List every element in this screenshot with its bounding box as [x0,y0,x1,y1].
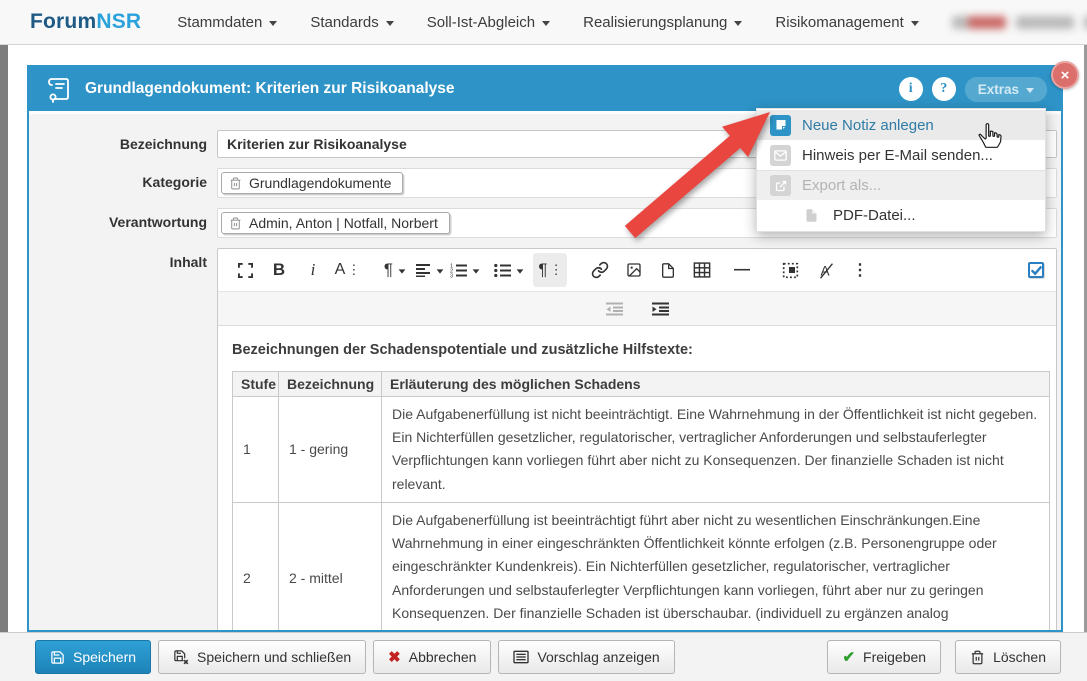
pdf-file-icon [801,205,822,226]
chevron-down-icon [517,269,524,273]
cell-bezeichnung: 2 - mittel [279,502,382,632]
user-menu[interactable]: (ADMINISTRATOR) [952,15,1087,29]
close-button[interactable]: × [1051,61,1079,89]
list-icon [513,650,529,664]
extras-button[interactable]: Extras [965,77,1047,102]
abbrechen-button[interactable]: ✖ Abbrechen [373,640,491,674]
align-icon[interactable] [412,253,447,287]
paragraph-format-icon[interactable]: ¶ [378,253,412,287]
chevron-down-icon [473,269,480,273]
menu-item-hinweis-email[interactable]: Hinweis per E-Mail senden... [757,140,1045,170]
font-size-icon[interactable]: A⋮ [330,253,364,287]
paragraph-style-icon[interactable]: ¶⋮ [533,253,567,287]
more-options-icon[interactable]: ⋮ [843,253,877,287]
bezeichnung-label: Bezeichnung [29,130,207,152]
info-button[interactable]: i [899,77,923,101]
envelope-icon [770,145,791,166]
chevron-down-icon [269,21,277,26]
editor-content[interactable]: Bezeichnungen der Schadenspotentiale und… [218,326,1056,632]
cancel-x-icon: ✖ [388,648,401,666]
file-icon[interactable] [651,253,685,287]
save-icon [50,650,65,665]
nav-item-standards[interactable]: Standards [310,14,393,31]
nav-item-risikomanagement[interactable]: Risikomanagement [775,14,918,31]
outdent-icon[interactable] [597,295,631,323]
fullscreen-icon[interactable] [228,253,262,287]
logo-part-forum: Forum [30,10,96,33]
rich-text-editor: B i A⋮ ¶ 123 [217,248,1057,632]
unordered-list-icon[interactable] [491,253,527,287]
chevron-down-icon [542,21,550,26]
nav-item-stammdaten[interactable]: Stammdaten [177,14,277,31]
help-button[interactable]: ? [932,77,956,101]
clear-formatting-icon[interactable]: A [809,253,843,287]
nav-item-soll-ist-abgleich[interactable]: Soll-Ist-Abgleich [427,14,550,31]
trash-icon[interactable] [229,177,242,190]
svg-text:3: 3 [450,273,453,277]
editor-toolbar-row2 [218,291,1056,326]
logo-part-nsr: NSR [96,10,141,33]
cell-stufe: 1 [233,397,279,503]
col-header-bezeichnung: Bezeichnung [279,372,382,397]
cell-erlaeuterung: Die Aufgabenerfüllung ist nicht beeinträ… [382,397,1050,503]
chevron-down-icon [911,21,919,26]
export-icon [770,175,791,196]
italic-icon[interactable]: i [296,253,330,287]
cell-stufe: 2 [233,502,279,632]
check-icon: ✔ [842,648,855,666]
table-row: 2 2 - mittel Die Aufgabenerfüllung ist b… [233,502,1050,632]
chevron-down-icon [1026,88,1034,93]
menu-item-neue-notiz[interactable]: Neue Notiz anlegen [757,110,1045,140]
trash-icon[interactable] [229,217,242,230]
note-icon [770,115,791,136]
vorschlag-anzeigen-button[interactable]: Vorschlag anzeigen [498,640,674,674]
chevron-down-icon [437,269,444,273]
col-header-erlaeuterung: Erläuterung des möglichen Schadens [382,372,1050,397]
inhalt-label: Inhalt [29,248,207,270]
backdrop-left-strip [0,45,8,632]
cell-bezeichnung: 1 - gering [279,397,382,503]
table-row: 1 1 - gering Die Aufgabenerfüllung ist n… [233,397,1050,503]
freigeben-button[interactable]: ✔ Freigeben [827,640,941,674]
horizontal-rule-icon[interactable]: — [725,253,759,287]
kategorie-label: Kategorie [29,168,207,190]
extras-dropdown-menu: Neue Notiz anlegen Hinweis per E-Mail se… [756,108,1046,232]
chevron-down-icon [399,269,406,273]
indent-icon[interactable] [643,295,677,323]
dialog-footer: Speichern Speichern und schließen ✖ Abbr… [0,632,1087,681]
user-name-redacted [952,16,1087,29]
dialog-title: Grundlagendokument: Kriterien zur Risiko… [85,80,455,98]
verantwortung-label: Verantwortung [29,208,207,230]
schadenspotentiale-table: Stufe Bezeichnung Erläuterung des möglic… [232,371,1050,632]
col-header-stufe: Stufe [233,372,279,397]
top-navigation: ForumNSR Stammdaten Standards Soll-Ist-A… [0,0,1087,45]
select-all-icon[interactable] [775,253,809,287]
chevron-down-icon [734,21,742,26]
link-icon[interactable] [583,253,617,287]
kategorie-chip[interactable]: Grundlagendokumente [221,172,403,194]
ordered-list-icon[interactable]: 123 [447,253,483,287]
chevron-down-icon [386,21,394,26]
bold-icon[interactable]: B [262,253,296,287]
nav-item-realisierungsplanung[interactable]: Realisierungsplanung [583,14,742,31]
content-heading: Bezeichnungen der Schadenspotentiale und… [232,342,1042,358]
speichern-und-schliessen-button[interactable]: Speichern und schließen [158,640,366,674]
menu-item-export-als: Export als... [757,170,1045,200]
save-close-icon [173,649,189,665]
checkbox-checked[interactable] [1028,262,1044,278]
table-header-row: Stufe Bezeichnung Erläuterung des möglic… [233,372,1050,397]
editor-toolbar: B i A⋮ ¶ 123 [218,249,1056,291]
loeschen-button[interactable]: Löschen [955,640,1061,674]
dialog-header: Grundlagendokument: Kriterien zur Risiko… [29,67,1061,111]
image-icon[interactable] [617,253,651,287]
menu-item-pdf-datei[interactable]: PDF-Datei... [757,200,1045,230]
verantwortung-chip[interactable]: Admin, Anton | Notfall, Norbert [221,212,450,234]
app-logo[interactable]: ForumNSR [30,10,141,34]
speichern-button[interactable]: Speichern [35,640,151,674]
scroll-document-icon [45,75,71,103]
trash-icon [970,650,985,665]
cell-erlaeuterung: Die Aufgabenerfüllung ist beeinträchtigt… [382,502,1050,632]
table-icon[interactable] [685,253,719,287]
